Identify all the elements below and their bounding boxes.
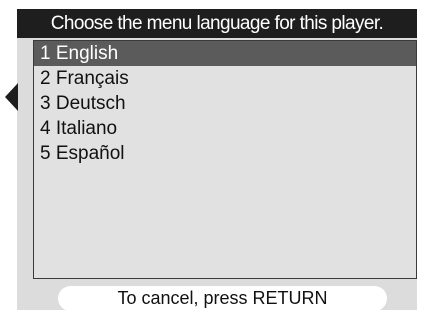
- language-item-italiano[interactable]: 4 Italiano: [34, 116, 416, 141]
- language-item-english[interactable]: 1 English: [34, 41, 416, 66]
- left-pointer-icon: [5, 83, 18, 111]
- language-menu: 1 English 2 Français 3 Deutsch 4 Italian…: [33, 40, 417, 279]
- cancel-hint: To cancel, press RETURN: [58, 286, 387, 311]
- language-item-francais[interactable]: 2 Français: [34, 66, 416, 91]
- language-item-espanol[interactable]: 5 Español: [34, 141, 416, 166]
- menu-prompt: Choose the menu language for this player…: [17, 9, 417, 38]
- language-list: 1 English 2 Français 3 Deutsch 4 Italian…: [34, 41, 416, 166]
- language-item-deutsch[interactable]: 3 Deutsch: [34, 91, 416, 116]
